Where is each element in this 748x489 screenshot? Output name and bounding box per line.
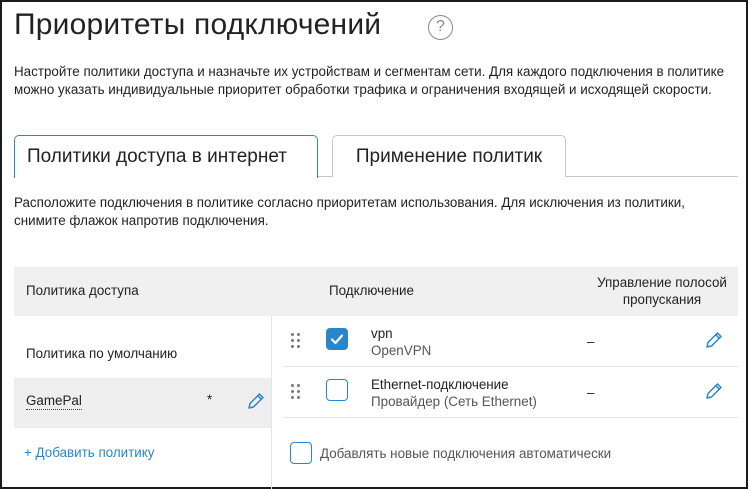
tab-bar: Политики доступа в интернет Применение п… — [14, 135, 738, 178]
checkmark-icon — [330, 334, 344, 345]
edit-bandwidth-pencil-icon[interactable] — [704, 330, 724, 355]
auto-add-checkbox[interactable] — [290, 442, 312, 464]
add-policy-link[interactable]: + Добавить политику — [24, 445, 154, 460]
connection-name: Ethernet-подключение — [371, 377, 509, 392]
connection-checkbox[interactable] — [326, 328, 348, 350]
auto-add-label: Добавлять новые подключения автоматическ… — [320, 446, 612, 461]
policy-marker: * — [207, 392, 213, 407]
connection-checkbox[interactable] — [326, 379, 348, 401]
edit-policy-pencil-icon[interactable] — [246, 391, 266, 414]
header-bandwidth-label: Управление полосой пропускания — [597, 275, 727, 307]
connection-name: vpn — [371, 326, 393, 341]
connection-row: vpn OpenVPN – — [283, 317, 738, 367]
header-bandwidth: Управление полосой пропускания — [587, 274, 737, 308]
page-title: Приоритеты подключений — [14, 8, 382, 41]
header-policy: Политика доступа — [26, 283, 139, 298]
policy-item-default[interactable]: Политика по умолчанию — [14, 316, 271, 378]
header-connection: Подключение — [329, 283, 414, 298]
table-header: Политика доступа Подключение Управление … — [14, 267, 738, 316]
policy-item-gamepal[interactable]: GamePal * — [14, 378, 271, 428]
connection-row: Ethernet-подключение Провайдер (Сеть Eth… — [283, 368, 738, 418]
tab-internet-access-policies[interactable]: Политики доступа в интернет — [14, 135, 318, 178]
connection-subtitle: Провайдер (Сеть Ethernet) — [371, 394, 537, 409]
bandwidth-value: – — [587, 334, 595, 349]
tab-policy-application[interactable]: Применение политик — [332, 135, 566, 177]
connection-subtitle: OpenVPN — [371, 343, 432, 358]
instructions-text: Расположите подключения в политике согла… — [14, 195, 685, 228]
column-divider — [271, 316, 272, 489]
help-icon[interactable]: ? — [428, 15, 453, 40]
policy-name: GamePal — [26, 393, 82, 410]
edit-bandwidth-pencil-icon[interactable] — [704, 381, 724, 406]
app-window: Приоритеты подключений ? Настройте полит… — [0, 0, 748, 489]
policy-name: Политика по умолчанию — [26, 346, 178, 361]
drag-handle-icon[interactable] — [291, 384, 301, 400]
page-description: Настройте политики доступа и назначьте и… — [14, 64, 725, 97]
drag-handle-icon[interactable] — [291, 333, 301, 349]
bandwidth-value: – — [587, 385, 595, 400]
